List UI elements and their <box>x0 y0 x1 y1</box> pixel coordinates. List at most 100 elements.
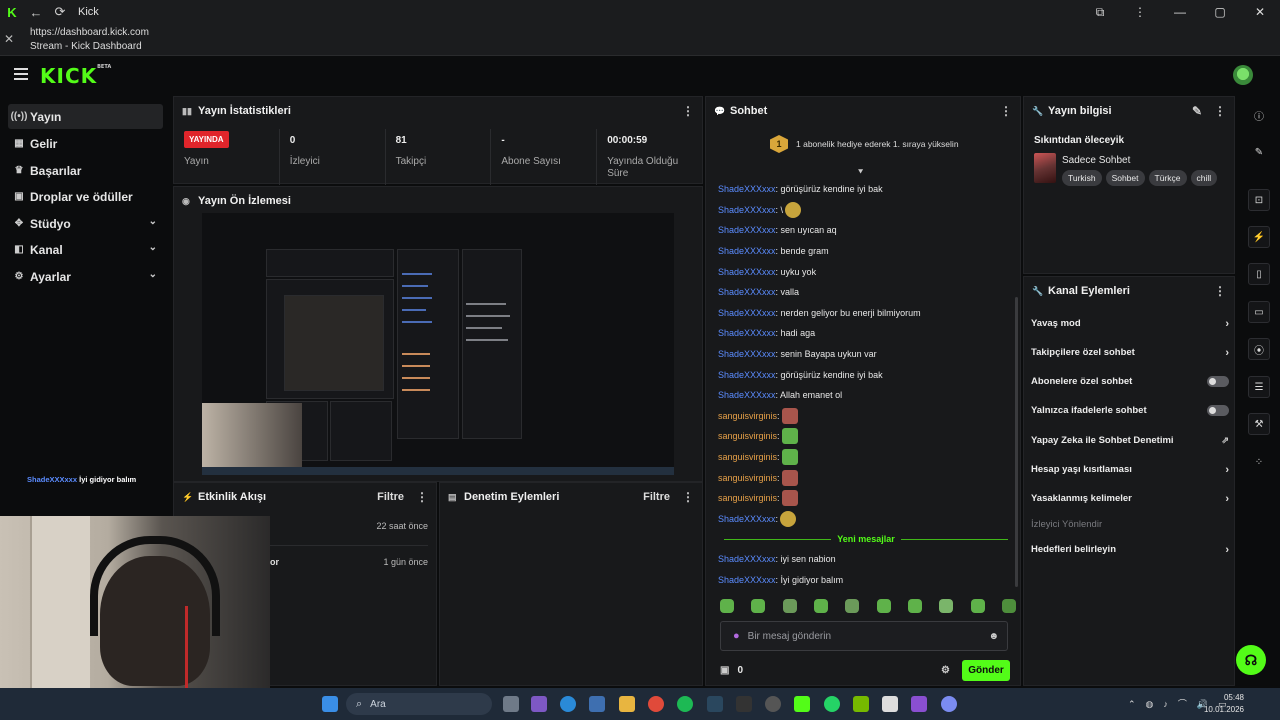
kick-icon[interactable] <box>794 696 810 712</box>
chat-username[interactable]: sanguisvirginis <box>718 411 777 421</box>
apps-icon[interactable]: ⁘ <box>1248 451 1270 473</box>
goals-row[interactable]: Hedefleri belirleyin › <box>1031 535 1229 564</box>
clock[interactable]: 05:48 10.01.2026 <box>1204 692 1244 716</box>
chat-username[interactable]: ShadeXXXxxx <box>718 390 776 400</box>
wrench-icon[interactable]: ⚒ <box>1248 413 1270 435</box>
chat-username[interactable]: ShadeXXXxxx <box>718 328 776 338</box>
chat-username[interactable]: ShadeXXXxxx <box>718 308 776 318</box>
sidebar-item-basarilar[interactable]: ♛ Başarılar <box>8 158 163 183</box>
chat-username[interactable]: ShadeXXXxxx <box>718 575 776 585</box>
send-button[interactable]: Gönder <box>962 659 1010 681</box>
kebab-menu-icon[interactable]: ⋮ <box>1214 284 1226 298</box>
chat-username[interactable]: ShadeXXXxxx <box>718 554 776 564</box>
chat-username[interactable]: ShadeXXXxxx <box>718 205 776 215</box>
gift-goal-banner[interactable]: 1 1 abonelik hediye ederek 1. sıraya yük… <box>770 135 959 153</box>
chrome-icon[interactable] <box>648 696 664 712</box>
filter-button[interactable]: Filtre <box>643 491 670 503</box>
close-button[interactable]: ✕ <box>1240 5 1280 20</box>
sidebar-item-ayarlar[interactable]: ⚙ Ayarlar ⌄ <box>8 264 163 289</box>
maximize-button[interactable]: ▢ <box>1200 5 1240 20</box>
chat-username[interactable]: sanguisvirginis <box>718 473 777 483</box>
start-icon[interactable] <box>322 696 338 712</box>
help-button[interactable]: ☊ <box>1236 645 1266 675</box>
frame-icon[interactable]: ⊡ <box>1248 189 1270 211</box>
sidebar-item-yayin[interactable]: ((•)) Yayın <box>8 104 163 129</box>
app-icon[interactable] <box>736 696 752 712</box>
emote-icon[interactable] <box>876 599 891 613</box>
edit-icon[interactable]: ✎ <box>1192 104 1202 118</box>
followers-only-row[interactable]: Takipçilere özel sohbet › <box>1031 338 1229 367</box>
extension-icon[interactable]: ⧉ <box>1080 5 1120 20</box>
broadcast-icon[interactable]: ⦿ <box>1248 338 1270 360</box>
task-view-icon[interactable] <box>503 696 519 712</box>
subscribers-only-toggle[interactable] <box>1207 376 1229 387</box>
app-icon[interactable] <box>911 696 927 712</box>
sidebar-item-droplar[interactable]: ▣ Droplar ve ödüller <box>8 184 163 209</box>
app-icon[interactable] <box>941 696 957 712</box>
emote-icon[interactable] <box>1001 599 1016 613</box>
nvidia-icon[interactable] <box>853 696 869 712</box>
kebab-menu-icon[interactable]: ⋮ <box>682 104 694 118</box>
avatar[interactable] <box>1233 65 1253 85</box>
emote-icon[interactable] <box>720 599 734 613</box>
close-icon[interactable]: ✕ <box>4 32 14 46</box>
bolt-icon[interactable]: ⚡ <box>1248 226 1270 248</box>
menu-icon[interactable] <box>14 68 28 80</box>
emote-icon[interactable] <box>939 599 954 613</box>
pencil-icon[interactable]: ✎ <box>1248 141 1270 163</box>
chat-icon[interactable]: ▭ <box>1248 301 1270 323</box>
mic-icon[interactable]: ● <box>733 630 740 642</box>
info-icon[interactable]: ⓘ <box>1248 104 1270 126</box>
store-icon[interactable] <box>589 696 605 712</box>
filter-button[interactable]: Filtre <box>377 491 404 503</box>
banned-words-row[interactable]: Yasaklanmış kelimeler › <box>1031 484 1229 513</box>
kebab-menu-icon[interactable]: ⋮ <box>416 490 428 504</box>
emote-icon[interactable] <box>782 599 797 613</box>
edge-icon[interactable] <box>560 696 576 712</box>
url-text[interactable]: https://dashboard.kick.com <box>30 27 149 38</box>
widgets-icon[interactable] <box>531 696 547 712</box>
account-age-row[interactable]: Hesap yaşı kısıtlaması › <box>1031 455 1229 484</box>
steam-icon[interactable] <box>707 696 723 712</box>
chat-username[interactable]: ShadeXXXxxx <box>718 246 776 256</box>
gear-icon[interactable]: ⚙ <box>941 665 950 676</box>
reload-icon[interactable]: ⟳ <box>48 0 72 24</box>
taskbar-search[interactable]: ⌕ Ara <box>346 693 492 715</box>
app-icon[interactable] <box>882 696 898 712</box>
back-icon[interactable]: ← <box>24 0 48 24</box>
minimize-button[interactable]: — <box>1160 5 1200 20</box>
chat-username[interactable]: ShadeXXXxxx <box>718 184 776 194</box>
sidebar-item-studyo[interactable]: ✥ Stüdyo ⌄ <box>8 211 163 236</box>
kebab-menu-icon[interactable]: ⋮ <box>1214 104 1226 118</box>
whatsapp-icon[interactable] <box>824 696 840 712</box>
kebab-menu-icon[interactable]: ⋮ <box>682 490 694 504</box>
folder-icon[interactable] <box>619 696 635 712</box>
emote-icon[interactable] <box>751 599 766 613</box>
chat-username[interactable]: sanguisvirginis <box>718 431 777 441</box>
spotify-icon[interactable] <box>677 696 693 712</box>
kick-logo[interactable]: KICKBETA <box>40 64 111 88</box>
more-icon[interactable]: ⋮ <box>1120 5 1160 20</box>
emote-icon[interactable] <box>845 599 860 613</box>
chat-username[interactable]: sanguisvirginis <box>718 493 777 503</box>
sidebar-item-gelir[interactable]: ▦ Gelir <box>8 131 163 156</box>
ai-moderation-row[interactable]: Yapay Zeka ile Sohbet Denetimi ⇗ <box>1031 426 1229 455</box>
chat-username[interactable]: ShadeXXXxxx <box>718 514 776 524</box>
emote-icon[interactable] <box>907 599 922 613</box>
pin-icon[interactable]: ⯆ <box>857 167 864 178</box>
chat-username[interactable]: ShadeXXXxxx <box>718 349 776 359</box>
chat-username[interactable]: ShadeXXXxxx <box>718 225 776 235</box>
chat-username[interactable]: ShadeXXXxxx <box>718 370 776 380</box>
document-icon[interactable]: ▯ <box>1248 263 1270 285</box>
chat-username[interactable]: sanguisvirginis <box>718 452 777 462</box>
obs-icon[interactable] <box>765 696 781 712</box>
kebab-menu-icon[interactable]: ⋮ <box>1000 104 1012 118</box>
sidebar-item-kanal[interactable]: ◧ Kanal ⌄ <box>8 237 163 262</box>
emotes-only-toggle[interactable] <box>1207 405 1229 416</box>
list-icon[interactable]: ☰ <box>1248 376 1270 398</box>
chat-scrollbar[interactable] <box>1015 297 1018 587</box>
emoji-icon[interactable]: ☻ <box>988 631 999 642</box>
emote-icon[interactable] <box>970 599 985 613</box>
chat-input[interactable]: ● Bir mesaj gönderin ☻ <box>720 621 1008 651</box>
stream-preview[interactable] <box>202 213 674 475</box>
